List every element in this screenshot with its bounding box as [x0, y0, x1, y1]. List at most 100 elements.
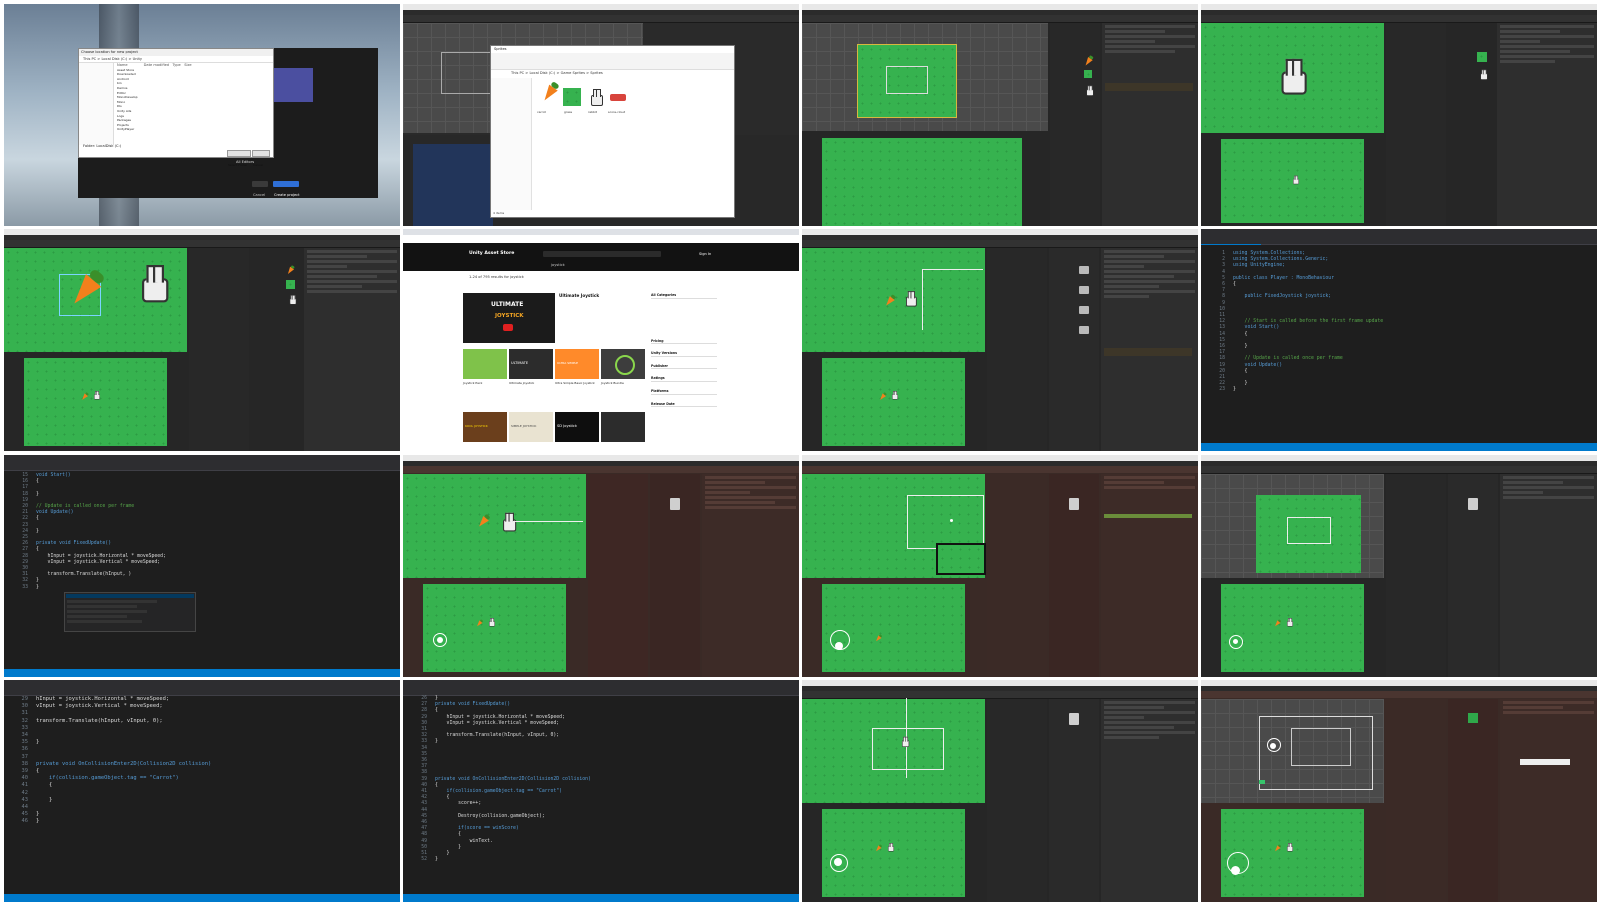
ide-toolbar[interactable]	[403, 687, 799, 696]
card-8-image[interactable]	[601, 412, 645, 442]
code-area[interactable]: 15 void Start() 16{17 18} 19 20// Update is c…	[6, 473, 396, 591]
nav-item[interactable]: VFX	[636, 276, 642, 280]
nav-item[interactable]: Tools	[621, 276, 628, 280]
code-line[interactable]: 39 {	[6, 768, 396, 775]
card-1-image[interactable]	[463, 349, 507, 379]
code-line[interactable]: 40 if(collision.gameObject.tag == "Carro…	[6, 775, 396, 782]
code-line[interactable]: 23}	[1203, 387, 1593, 393]
project-panel[interactable]	[1448, 699, 1498, 902]
grass-asset-icon[interactable]	[1477, 52, 1487, 62]
nav-pane[interactable]	[79, 63, 114, 145]
hierarchy-panel[interactable]	[189, 248, 249, 451]
code-line[interactable]: 30 vInput = joystick.Vertical * moveSpeed…	[6, 703, 396, 710]
tab-player-cs[interactable]	[1201, 244, 1261, 251]
inspector-panel[interactable]	[702, 474, 799, 677]
script-icon[interactable]	[1069, 713, 1079, 725]
filter-section[interactable]: Unity Versions	[651, 351, 717, 357]
card-3-title[interactable]: Ultra Simple Basic Joystick	[555, 381, 595, 386]
code-line[interactable]: 43 }	[6, 797, 396, 804]
select-folder-button[interactable]: Select Folder	[227, 150, 251, 167]
bunny-asset-icon[interactable]	[1477, 68, 1488, 80]
filter-section[interactable]: All Categories	[651, 293, 717, 299]
sign-in-link[interactable]: Sign In	[699, 252, 711, 257]
play-icon[interactable]	[503, 324, 513, 331]
script-icon[interactable]	[1468, 498, 1478, 510]
inspector-panel[interactable]	[1101, 248, 1198, 451]
code-line[interactable]: 32 transform.Translate(hInput, vInput, 0)…	[6, 718, 396, 725]
joystick-handle[interactable]	[835, 642, 843, 650]
project-panel[interactable]	[1049, 699, 1099, 902]
hierarchy-panel[interactable]	[1386, 699, 1446, 902]
text-field[interactable]	[1520, 759, 1570, 765]
code-line[interactable]: 31	[6, 710, 396, 717]
nav-item[interactable]: Decentralization	[542, 276, 567, 280]
nav-item[interactable]: Sale	[650, 276, 656, 280]
scene-view[interactable]	[403, 474, 586, 578]
filter-section[interactable]: Platforms	[651, 389, 717, 395]
card-1-title[interactable]: Joystick Pack	[463, 381, 482, 386]
joystick-handle[interactable]	[834, 858, 842, 866]
rabbit-asset-icon[interactable]	[1084, 84, 1094, 96]
grass-asset-icon[interactable]	[1468, 713, 1478, 723]
inspector-panel[interactable]	[1102, 23, 1198, 226]
code-line[interactable]: 36	[6, 746, 396, 753]
folder-icon[interactable]	[1079, 326, 1089, 334]
code-line[interactable]: 41 {	[6, 782, 396, 789]
project-panel[interactable]	[1448, 474, 1498, 677]
featured-banner[interactable]: ULTIMATE JOYSTICK	[463, 293, 555, 343]
code-line[interactable]: 44	[6, 804, 396, 811]
code-area[interactable]: 29 hInput = joystick.Horizontal * moveSpe…	[6, 696, 396, 826]
nav-item[interactable]: Templates	[597, 276, 612, 280]
score-cloud-thumbnail[interactable]	[610, 94, 626, 101]
joystick-handle[interactable]	[1233, 639, 1238, 644]
explorer-nav-pane[interactable]	[491, 78, 532, 210]
hierarchy-panel[interactable]	[1050, 23, 1100, 226]
code-line[interactable]: 45}	[6, 811, 396, 818]
code-area[interactable]: 1 using System.Collections; 2 using System.…	[1203, 251, 1593, 394]
featured-title[interactable]: Ultimate Joystick	[559, 293, 599, 298]
project-panel[interactable]	[1049, 248, 1099, 451]
inspector-panel[interactable]	[304, 248, 400, 451]
folder-icon[interactable]	[1079, 306, 1089, 314]
folder-row[interactable]: UnityPlayer	[117, 127, 267, 132]
code-line[interactable]: 33}	[6, 585, 396, 591]
grass-asset-icon[interactable]	[1084, 70, 1092, 78]
card-4-image[interactable]	[601, 349, 645, 379]
card-6-image[interactable]: SIMPLE JOYSTICK	[509, 412, 553, 442]
rabbit-thumbnail[interactable]	[587, 88, 605, 106]
inspector-panel[interactable]	[1497, 23, 1597, 226]
dialog-cancel-button[interactable]: Cancel	[252, 150, 270, 167]
project-panel[interactable]	[1049, 474, 1099, 677]
store-logo[interactable]: Unity Asset Store	[469, 251, 514, 256]
folder-icon[interactable]	[1079, 286, 1089, 294]
card-2-title[interactable]: Ultimate Joystick	[509, 381, 534, 386]
code-line[interactable]: 29 hInput = joystick.Horizontal * moveSpe…	[6, 696, 396, 703]
autocomplete-popup[interactable]	[64, 592, 196, 632]
inspector-panel[interactable]	[1101, 474, 1198, 677]
card-2-image[interactable]: ULTIMATE	[509, 349, 553, 379]
hierarchy-panel[interactable]	[588, 474, 648, 677]
hierarchy-panel[interactable]	[1386, 23, 1446, 226]
card-3-image[interactable]: ULTRA SIMPLE	[555, 349, 599, 379]
inspector-panel[interactable]	[1500, 474, 1597, 677]
card-4-title[interactable]: Joystick Bundle	[601, 381, 624, 386]
filter-section[interactable]: Ratings	[651, 376, 717, 382]
hierarchy-panel[interactable]	[987, 474, 1047, 677]
folder-icon[interactable]	[1079, 266, 1089, 274]
carrot-thumbnail[interactable]	[537, 84, 559, 106]
code-area[interactable]: 26} 27 private void FixedUpdate() 28{29 hIn…	[405, 696, 795, 863]
explorer-path[interactable]: This PC > Local Disk (C:) > Game Sprites…	[511, 71, 603, 76]
script-icon[interactable]	[1069, 498, 1079, 510]
joystick-handle[interactable]	[1270, 743, 1276, 749]
nav-item[interactable]: AI	[531, 276, 534, 280]
filter-section[interactable]: Publisher	[651, 364, 717, 370]
carrot-asset-icon[interactable]	[1083, 56, 1093, 68]
code-line[interactable]: 52}	[405, 857, 795, 863]
code-line[interactable]: 38 private void OnCollisionEnter2D(Collis…	[6, 761, 396, 768]
filter-section[interactable]: Pricing	[651, 339, 717, 345]
hierarchy-panel[interactable]	[1386, 474, 1446, 677]
code-line[interactable]: 46}	[6, 818, 396, 825]
carrot-asset-icon[interactable]	[285, 265, 296, 276]
inspector-panel[interactable]	[1500, 699, 1597, 902]
grass-asset-icon[interactable]	[286, 280, 295, 289]
